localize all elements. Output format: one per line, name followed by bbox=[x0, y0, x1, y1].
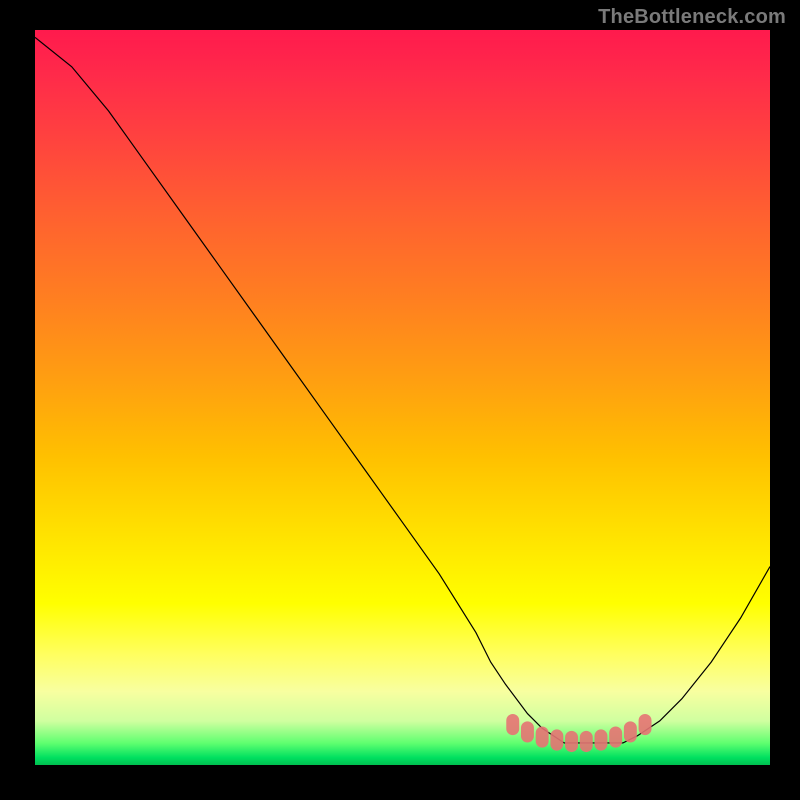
watermark-label: TheBottleneck.com bbox=[598, 6, 786, 29]
highlight-marker bbox=[536, 726, 549, 747]
highlight-marker bbox=[609, 726, 622, 747]
highlight-marker bbox=[594, 729, 607, 750]
highlight-marker bbox=[580, 731, 593, 752]
main-curve-line bbox=[35, 37, 770, 743]
highlight-marker bbox=[639, 714, 652, 735]
highlight-markers bbox=[506, 714, 651, 752]
highlight-marker bbox=[565, 731, 578, 752]
highlight-marker bbox=[521, 721, 534, 742]
highlight-marker bbox=[624, 721, 637, 742]
plot-area bbox=[35, 30, 770, 765]
chart-outer-frame: TheBottleneck.com bbox=[0, 0, 800, 800]
chart-svg-layer bbox=[35, 30, 770, 765]
highlight-marker bbox=[506, 714, 519, 735]
highlight-marker bbox=[550, 729, 563, 750]
